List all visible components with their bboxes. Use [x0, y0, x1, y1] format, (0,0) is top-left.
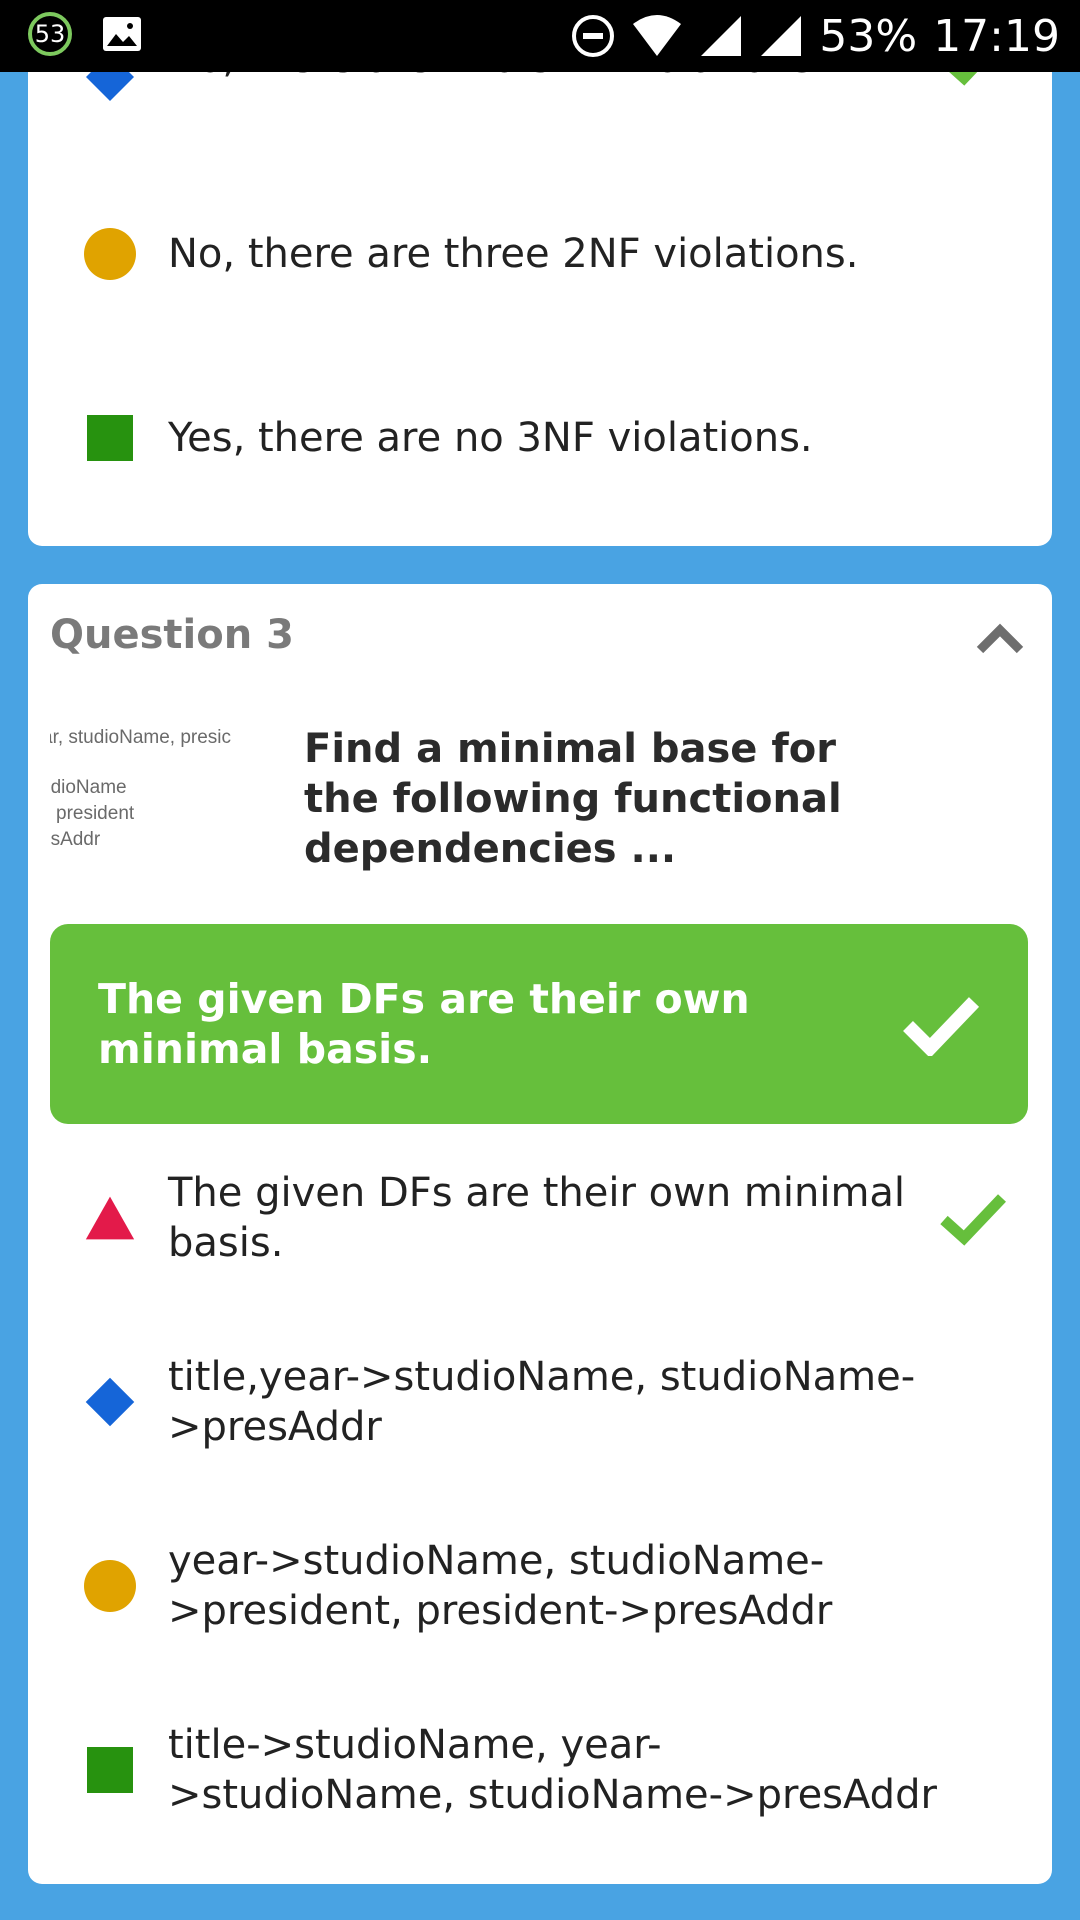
triangle-icon — [84, 1192, 136, 1244]
answer-option[interactable]: Yes, there are no 3NF violations. — [28, 408, 1052, 468]
answer-option[interactable]: title,year->studioName, studioName->pres… — [28, 1352, 1052, 1452]
answer-option[interactable]: year->studioName, studioName->president,… — [28, 1536, 1052, 1636]
option-text: The given DFs are their own minimal basi… — [168, 1170, 906, 1266]
option-text: year->studioName, studioName->president,… — [168, 1538, 833, 1634]
answer-option[interactable]: title->studioName, year->studioName, stu… — [28, 1720, 1052, 1820]
correct-answer-banner: The given DFs are their own minimal basi… — [50, 924, 1028, 1124]
signal-icon-2 — [759, 14, 803, 58]
question-card: Question 3 ar, studioName, presic udioNa… — [28, 584, 1052, 1884]
wifi-icon — [631, 14, 683, 58]
correct-answer-text: The given DFs are their own minimal basi… — [98, 975, 750, 1073]
square-icon — [84, 412, 136, 464]
diamond-icon — [84, 1376, 136, 1428]
question-thumbnail: ar, studioName, presic udioName presiden… — [50, 724, 270, 864]
previous-question-card: No, there are two 3NF violations. No, th… — [28, 34, 1052, 546]
battery-level: 53% — [819, 10, 918, 62]
answer-option[interactable]: The given DFs are their own minimal basi… — [28, 1168, 1052, 1268]
notification-count-icon: 53 — [28, 12, 72, 56]
circle-icon — [84, 1560, 136, 1612]
signal-icon — [699, 14, 743, 58]
square-icon — [84, 1744, 136, 1796]
option-text: Yes, there are no 3NF violations. — [168, 415, 813, 461]
do-not-disturb-icon — [571, 14, 615, 58]
thumbnail-text: esAddr — [50, 829, 101, 850]
chevron-up-icon[interactable] — [976, 618, 1024, 658]
thumbnail-text: udioName — [50, 777, 127, 798]
question-header: Question 3 — [50, 612, 294, 658]
option-text: title->studioName, year->studioName, stu… — [168, 1722, 937, 1818]
check-icon — [903, 997, 980, 1056]
clock: 17:19 — [933, 10, 1060, 62]
gallery-icon — [102, 16, 142, 52]
thumbnail-text: ar, studioName, presic — [50, 727, 232, 748]
correct-check-icon — [940, 1194, 1006, 1246]
circle-icon — [84, 228, 136, 280]
answer-option[interactable]: No, there are three 2NF violations. — [28, 224, 1052, 284]
option-text: No, there are three 2NF violations. — [168, 231, 859, 277]
question-title: Find a minimal base for the following fu… — [304, 726, 842, 872]
thumbnail-text: president — [56, 803, 135, 824]
option-text: title,year->studioName, studioName->pres… — [168, 1354, 916, 1450]
status-bar: 53 53% 17:19 — [0, 0, 1080, 72]
